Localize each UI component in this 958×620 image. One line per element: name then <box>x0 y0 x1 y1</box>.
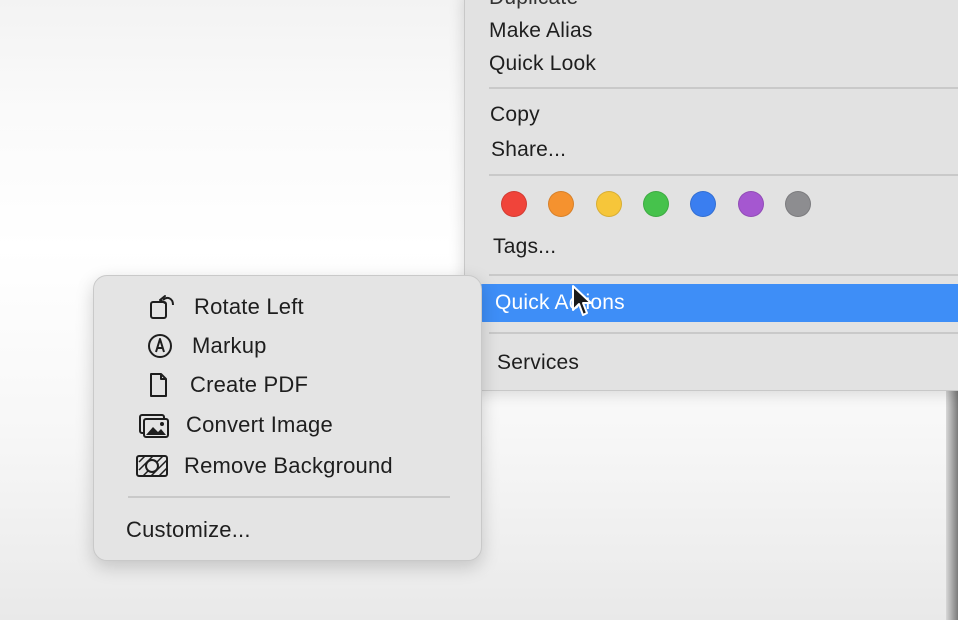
submenu-item-label: Customize... <box>126 517 251 542</box>
submenu-item-markup[interactable]: Markup <box>142 330 267 362</box>
menu-separator <box>489 174 958 176</box>
submenu-separator <box>128 496 450 498</box>
context-menu: Duplicate Make Alias Quick Look Copy Sha… <box>464 0 958 391</box>
tag-red-dot[interactable] <box>501 191 527 217</box>
menu-item-quick-actions-label: Quick Actions <box>495 291 625 314</box>
tag-orange-dot[interactable] <box>548 191 575 217</box>
menu-item-duplicate[interactable]: Duplicate <box>489 0 578 10</box>
menu-item-tags[interactable]: Tags... <box>493 235 556 259</box>
menu-item-share[interactable]: Share... <box>491 138 566 162</box>
menu-item-make-alias[interactable]: Make Alias <box>489 19 593 43</box>
submenu-item-label: Remove Background <box>184 453 393 478</box>
tag-gray-dot[interactable] <box>784 191 811 217</box>
tag-blue-dot[interactable] <box>690 191 717 217</box>
photo-stack-icon <box>136 410 172 440</box>
submenu-item-create-pdf[interactable]: Create PDF <box>140 369 308 401</box>
menu-separator <box>489 274 958 276</box>
submenu-item-label: Convert Image <box>186 412 333 437</box>
markup-icon <box>142 331 178 361</box>
quick-actions-submenu: Rotate Left Markup Create PDF Convert Im… <box>93 275 482 561</box>
menu-item-copy[interactable]: Copy <box>490 103 540 127</box>
submenu-item-label: Rotate Left <box>194 294 304 319</box>
submenu-item-customize[interactable]: Customize... <box>126 514 251 546</box>
submenu-item-rotate-left[interactable]: Rotate Left <box>144 291 304 323</box>
tag-yellow-dot[interactable] <box>595 191 622 217</box>
menu-item-services[interactable]: Services <box>497 351 579 375</box>
submenu-item-convert-image[interactable]: Convert Image <box>136 409 333 441</box>
tag-purple-dot[interactable] <box>737 191 764 217</box>
submenu-item-label: Create PDF <box>190 372 309 397</box>
rotate-left-icon <box>144 292 180 322</box>
submenu-item-label: Markup <box>192 333 267 358</box>
mouse-pointer-icon <box>572 285 592 316</box>
menu-separator <box>489 87 958 89</box>
menu-item-quick-look[interactable]: Quick Look <box>489 52 596 76</box>
document-icon <box>140 370 176 400</box>
remove-background-icon <box>134 451 170 481</box>
menu-separator <box>489 332 958 334</box>
menu-item-quick-actions[interactable]: Quick Actions <box>477 284 958 322</box>
desktop-edge <box>946 385 958 620</box>
tag-green-dot[interactable] <box>642 191 669 217</box>
submenu-item-remove-background[interactable]: Remove Background <box>134 450 393 482</box>
